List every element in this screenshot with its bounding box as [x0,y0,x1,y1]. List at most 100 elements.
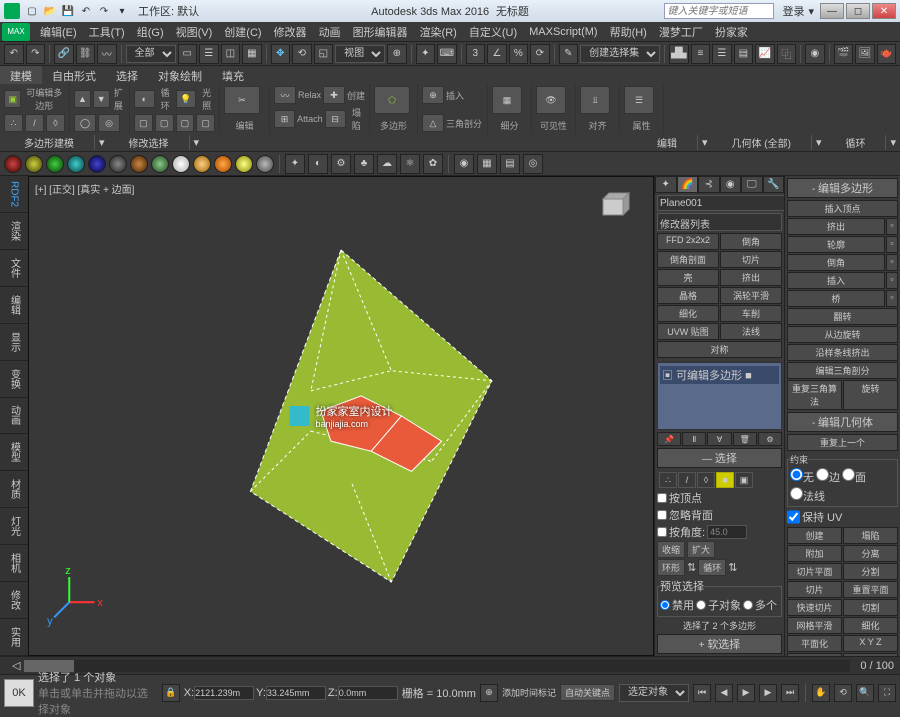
btn-msmooth[interactable]: 网格平滑 [787,617,842,634]
so-vertex-icon[interactable]: ∴ [659,472,677,488]
mat-swatch[interactable] [4,155,22,173]
minimize-button[interactable]: — [820,3,844,19]
stack-config-icon[interactable]: ⚙ [758,432,782,446]
stack-remove-icon[interactable]: 🗑 [733,432,757,446]
mod-lattice[interactable]: 晶格 [657,287,719,304]
link-button[interactable]: 🔗 [54,44,74,64]
lefttab-transform[interactable]: 变换 [0,361,28,398]
ribbon-tab-populate[interactable]: 填充 [212,66,254,84]
matbar-tool[interactable]: ▦ [477,154,497,174]
rb-tri-icon[interactable]: △ [422,114,444,132]
ribbon-tab-modeling[interactable]: 建模 [0,66,42,84]
radio-c-none[interactable]: 无 [790,468,814,485]
rb-ring-icon[interactable]: ◎ [98,114,120,132]
btn-outline-opt[interactable]: ▫ [886,236,898,253]
stack-editable-poly[interactable]: ▣ 可编辑多边形 ■ [660,366,779,384]
coord-x-input[interactable] [194,686,254,700]
menu-banjiajia[interactable]: 扮家家 [709,22,754,42]
mat-swatch[interactable] [235,155,253,173]
btn-rotate[interactable]: 旋转 [843,380,898,410]
schematic-view-button[interactable]: ⿻ [777,44,797,64]
edit-named-sel-button[interactable]: ✎ [559,44,579,64]
btn-attach[interactable]: 附加 [787,545,842,562]
matbar-tool[interactable]: ▤ [500,154,520,174]
mod-bevel[interactable]: 倒角 [720,233,782,250]
add-time-tag-icon[interactable]: ⊕ [480,684,498,702]
render-button[interactable]: 🫖 [877,44,897,64]
pivot-button[interactable]: ⊕ [387,44,407,64]
btn-bevel[interactable]: 倒角 [787,254,885,271]
chk-byangle[interactable]: 按角度: [657,524,705,540]
radio-preview-sub[interactable]: 子对象 [696,597,741,613]
material-editor-button[interactable]: ◉ [805,44,825,64]
qat-new-icon[interactable]: ▢ [24,3,40,19]
snap-button[interactable]: 3 [466,44,486,64]
mod-symmetry[interactable]: 对称 [657,341,782,358]
rb-edge-icon[interactable]: / [25,114,44,132]
menu-edit[interactable]: 编辑(E) [34,22,83,42]
ribbon-tab-objectpaint[interactable]: 对象绘制 [148,66,212,84]
btn-retri[interactable]: 重复三角算法 [787,380,842,410]
btn-inset-opt[interactable]: ▫ [886,272,898,289]
render-setup-button[interactable]: 🎬 [834,44,854,64]
btn-collapse[interactable]: 塌陷 [843,527,898,544]
lefttab-utility[interactable]: 实用 [0,619,28,656]
ribbon-tab-freeform[interactable]: 自由形式 [42,66,106,84]
lefttab-light[interactable]: 灯光 [0,508,28,545]
matbar-tool[interactable]: ⚛ [400,154,420,174]
nav-zoom-icon[interactable]: 🔍 [856,684,874,702]
modifier-stack[interactable]: ▣ 可编辑多边形 ■ [657,362,782,430]
goto-end-icon[interactable]: ⏭ [781,684,799,702]
cat-edit[interactable]: 编辑 [637,135,698,150]
matbar-tool[interactable]: ◎ [523,154,543,174]
btn-edit-tri[interactable]: 编辑三角剖分 [787,362,898,379]
selection-filter-dropdown[interactable]: 全部 [126,45,176,63]
rotate-button[interactable]: ⟲ [292,44,312,64]
btn-create[interactable]: 创建 [787,527,842,544]
select-object-button[interactable]: ▭ [178,44,198,64]
rb-grow-icon[interactable]: ▲ [74,90,91,108]
mirror-button[interactable]: ▟▙ [669,44,689,64]
byangle-spinner[interactable] [707,525,747,539]
layers-button[interactable]: ☰ [712,44,732,64]
btn-bevel-opt[interactable]: ▫ [886,254,898,271]
matbar-tool[interactable]: ⚙ [331,154,351,174]
rb-l4-icon[interactable]: ▢ [196,114,215,132]
spinner-snap-button[interactable]: ⟳ [530,44,550,64]
rb-border-icon[interactable]: ◊ [46,114,65,132]
keyboard-shortcut-button[interactable]: ⌨ [437,44,457,64]
cat-loop[interactable]: 循环 [825,135,886,150]
max-app-menu-icon[interactable]: MAX [2,23,30,41]
mat-swatch[interactable] [193,155,211,173]
qat-save-icon[interactable]: 💾 [60,3,76,19]
qat-open-icon[interactable]: 📂 [42,3,58,19]
rb-poly-big-icon[interactable]: ⬠ [374,86,410,114]
menu-animation[interactable]: 动画 [313,22,347,42]
percent-snap-button[interactable]: % [509,44,529,64]
mod-extrude[interactable]: 挤出 [720,269,782,286]
cmdtab-display-icon[interactable]: 🖵 [741,176,763,193]
mod-uvwmap[interactable]: UVW 贴图 [657,323,719,340]
object-name-input[interactable] [657,195,795,211]
rb-loop-icon[interactable]: ◯ [74,114,96,132]
btn-repeat[interactable]: 重复上一个 [787,434,898,451]
mod-ffd[interactable]: FFD 2x2x2 [657,233,719,250]
scale-button[interactable]: ◱ [314,44,334,64]
radio-c-face[interactable]: 面 [842,468,866,485]
chk-ignorebf[interactable]: 忽略背面 [657,507,713,523]
btn-slice[interactable]: 切片 [787,581,842,598]
ref-coord-dropdown[interactable]: 视图 [335,45,385,63]
lefttab-material[interactable]: 材质 [0,471,28,508]
toggle-ribbon-button[interactable]: ▤ [734,44,754,64]
mod-normal[interactable]: 法线 [720,323,782,340]
btn-grow[interactable]: 扩大 [687,541,715,558]
qat-redo-icon[interactable]: ↷ [96,3,112,19]
align-button[interactable]: ≡ [691,44,711,64]
btn-xyz[interactable]: X Y Z [843,635,898,652]
so-element-icon[interactable]: ▣ [735,472,753,488]
viewport-label[interactable]: [+] [正交] [真实 + 边面] [35,181,134,196]
select-by-name-button[interactable]: ☰ [199,44,219,64]
time-slider-handle[interactable] [24,660,74,672]
radio-c-edge[interactable]: 边 [816,468,840,485]
chk-preserve-uv[interactable]: 保持 UV [787,509,898,525]
